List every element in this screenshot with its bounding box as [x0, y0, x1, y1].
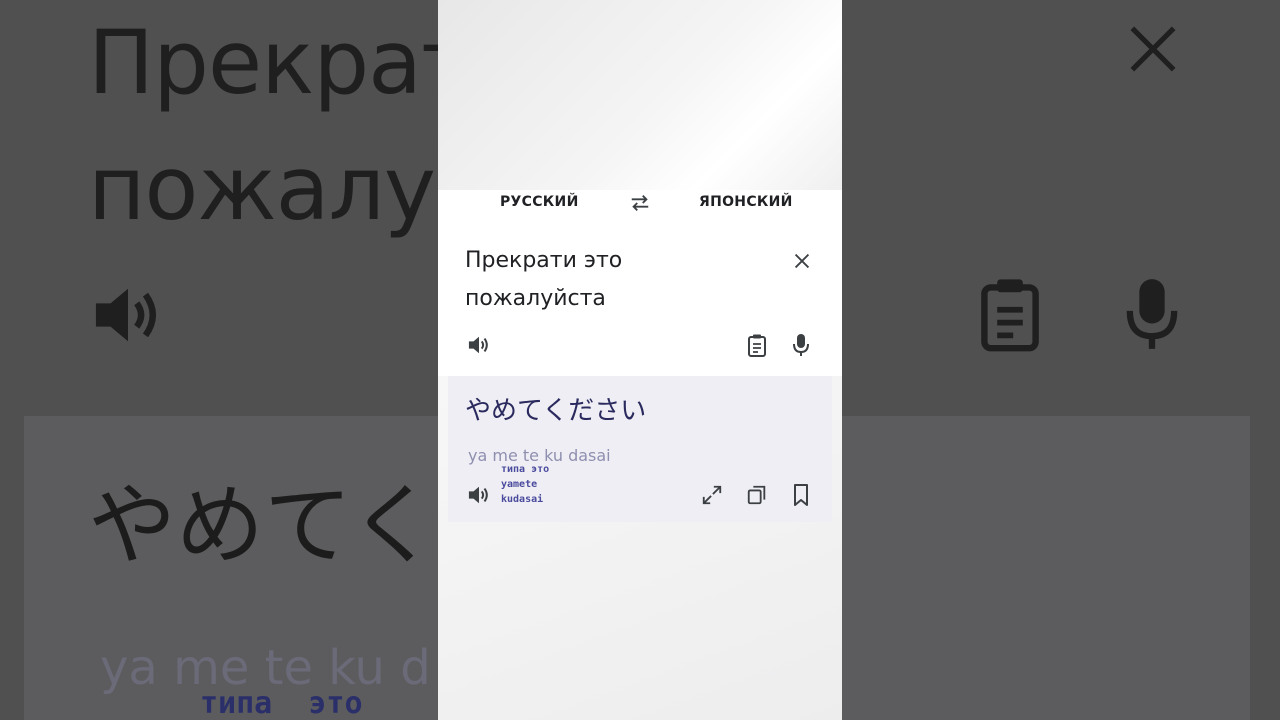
source-text-input[interactable]: Прекрати это пожалуйста	[465, 242, 765, 318]
background-clipboard-icon	[981, 279, 1039, 352]
source-input-card: Прекрати это пожалуйста	[438, 228, 842, 376]
expand-icon[interactable]	[701, 484, 723, 506]
background-translation-text: やめてく	[88, 474, 438, 577]
background-overlay-caption: типа это	[200, 686, 363, 720]
swap-arrows-icon[interactable]	[629, 192, 651, 214]
close-icon[interactable]	[791, 250, 813, 272]
clipboard-icon[interactable]	[747, 333, 767, 357]
top-blank-area	[438, 0, 842, 190]
overlay-caption: типа это yamete kudasai	[501, 464, 550, 505]
phone-screen: РУССКИЙ ЯПОНСКИЙ Прекрати это пожалуйста	[438, 0, 842, 720]
translation-text: やめてください	[465, 396, 647, 426]
microphone-icon[interactable]	[792, 333, 810, 357]
translation-result-card: やめてください ya me te ku dasai типа это yamet…	[448, 376, 832, 522]
background-speaker-icon	[95, 288, 156, 342]
background-microphone-icon	[1126, 279, 1178, 349]
source-language-button[interactable]: РУССКИЙ	[500, 194, 579, 210]
target-language-button[interactable]: ЯПОНСКИЙ	[699, 194, 793, 210]
result-speaker-icon[interactable]	[466, 484, 492, 506]
language-bar: РУССКИЙ ЯПОНСКИЙ	[438, 190, 842, 228]
copy-icon[interactable]	[746, 484, 768, 506]
speaker-icon[interactable]	[466, 334, 492, 356]
background-close-icon	[1130, 26, 1176, 72]
bookmark-icon[interactable]	[792, 483, 810, 507]
